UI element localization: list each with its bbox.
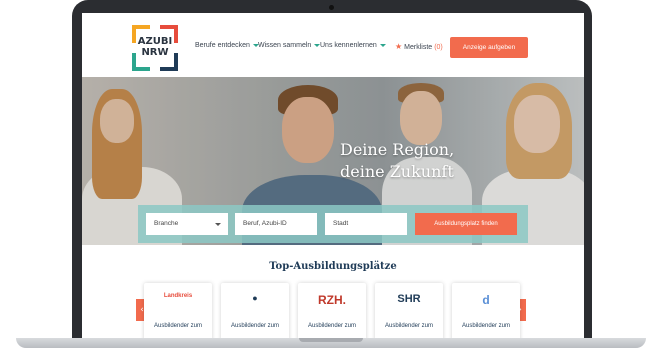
branche-select[interactable]: Branche (146, 213, 228, 235)
site-header: AZUBI NRW Berufe entdecken Wissen sammel… (82, 13, 584, 77)
laptop-base (16, 338, 646, 348)
nav-item-label: Wissen sammeln (258, 42, 312, 49)
browser-screen: AZUBI NRW Berufe entdecken Wissen sammel… (82, 13, 584, 338)
card-label: Ausbildender zum (384, 323, 434, 329)
company-logo: SHR (397, 293, 421, 305)
azubi-nrw-logo[interactable]: AZUBI NRW (132, 25, 178, 71)
company-logo: Landkreis (163, 293, 193, 299)
card-label: Ausbildender zum (230, 323, 280, 329)
company-logo: RZH. (318, 293, 346, 307)
nav-item-wissen[interactable]: Wissen sammeln (258, 42, 321, 49)
search-bar: Branche Beruf, Azubi-ID Stadt Ausbildung… (138, 205, 528, 243)
chevron-down-icon (215, 223, 221, 226)
card-label: Ausbildender zum (153, 323, 203, 329)
job-card[interactable]: Landkreis Ausbildender zum (144, 283, 212, 338)
hero-title-line2: deine Zukunft (340, 162, 454, 181)
ausbildungsplatz-finden-button[interactable]: Ausbildungsplatz finden (415, 213, 517, 235)
logo-text-line2: NRW (141, 47, 169, 58)
card-label: Ausbildender zum (307, 323, 357, 329)
stadt-input[interactable]: Stadt (325, 213, 407, 235)
merkliste-link[interactable]: ★ Merkliste (0) (395, 42, 443, 51)
anzeige-aufgeben-button[interactable]: Anzeige aufgeben (450, 37, 528, 58)
merkliste-label: Merkliste (404, 44, 433, 51)
chevron-down-icon (379, 43, 386, 47)
merkliste-count: (0) (434, 44, 443, 51)
job-card[interactable]: d Ausbildender zum (452, 283, 520, 338)
branche-value: Branche (154, 220, 179, 227)
hero-banner: Deine Region, deine Zukunft Branche Beru… (82, 77, 584, 245)
nav-item-uns[interactable]: Uns kennenlernen (320, 42, 386, 49)
camera-icon (329, 5, 334, 10)
card-label: Ausbildender zum (461, 323, 511, 329)
job-card[interactable]: SHR Ausbildender zum (375, 283, 443, 338)
company-logo: d (482, 293, 490, 307)
nav-item-label: Uns kennenlernen (320, 42, 377, 49)
hero-title: Deine Region, deine Zukunft (340, 139, 500, 183)
hero-title-line1: Deine Region, (340, 140, 455, 159)
beruf-input[interactable]: Beruf, Azubi-ID (235, 213, 317, 235)
job-card[interactable]: RZH. Ausbildender zum (298, 283, 366, 338)
company-logo: ● (252, 293, 258, 303)
nav-item-berufe[interactable]: Berufe entdecken (195, 42, 259, 49)
nav-item-label: Berufe entdecken (195, 42, 250, 49)
logo-text-line1: AZUBI (137, 36, 173, 47)
job-card[interactable]: ● Ausbildender zum (221, 283, 289, 338)
star-icon: ★ (395, 42, 403, 51)
section-title: Top-Ausbildungsplätze (269, 261, 397, 272)
